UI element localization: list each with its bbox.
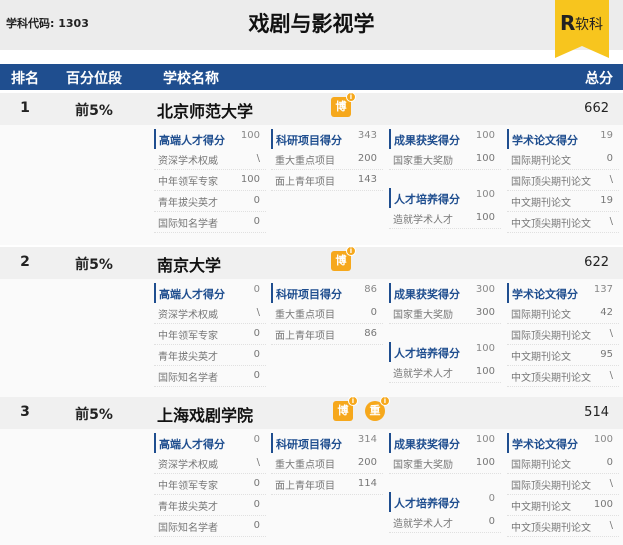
award-label: 成果获奖得分: [394, 134, 460, 147]
paper-column: 学术论文得分 19 国际期刊论文 0 国际顶尖期刊论文 \ 中文期刊论文 19 中文顶尖…: [507, 129, 619, 233]
training-value: 100: [475, 189, 495, 200]
talent-column: 高端人才得分 0 资深学术权威 \ 中年领军专家 0 青年拔尖英才 0 国际知名学者 0: [154, 433, 266, 537]
award-training-column: 成果获奖得分 100 国家重大奖励 100 人才培养得分 100 造就学术人才 100: [389, 129, 501, 229]
research-value: 343: [357, 130, 377, 141]
research-column: 科研项目得分 314 重大重点项目 200 面上青年项目 114: [271, 433, 383, 495]
talent-value: 100: [240, 130, 260, 141]
rank: 1: [20, 100, 30, 116]
key-discipline-badge-icon: 重i: [365, 396, 390, 421]
percentile: 前5%: [75, 257, 113, 273]
header-school: 学校名称: [163, 71, 219, 87]
school-row[interactable]: 2 前5% 南京大学 博i 622: [0, 246, 623, 279]
paper-value: 19: [600, 130, 613, 141]
research-label: 科研项目得分: [276, 134, 342, 147]
paper-label: 学术论文得分: [512, 134, 578, 147]
total-score: 662: [584, 101, 609, 116]
header-score: 总分: [585, 71, 613, 87]
school-name[interactable]: 上海戏剧学院: [157, 402, 253, 426]
rank: 2: [20, 254, 30, 270]
talent-column: 高端人才得分 0 资深学术权威 \ 中年领军专家 0 青年拔尖英才 0 国际知名学者 0: [154, 283, 266, 387]
table-header: 排名 百分位段 学校名称 总分: [0, 64, 623, 90]
research-column: 科研项目得分 86 重大重点项目 0 面上青年项目 86: [271, 283, 383, 345]
score-detail: 高端人才得分 0 资深学术权威 \ 中年领军专家 0 青年拔尖英才 0 国际知名学者 0 …: [0, 279, 623, 399]
training-label: 人才培养得分: [394, 193, 460, 206]
school-row[interactable]: 3 前5% 上海戏剧学院 博i 重i 514: [0, 396, 623, 429]
rank: 3: [20, 404, 30, 420]
doctoral-badge-icon: 博i: [331, 92, 356, 117]
talent-column: 高端人才得分 100 资深学术权威 \ 中年领军专家 100 青年拔尖英才 0 国际知名…: [154, 129, 266, 233]
award-training-column: 成果获奖得分 300 国家重大奖励 300 人才培养得分 100 造就学术人才 100: [389, 283, 501, 383]
school-name[interactable]: 南京大学: [157, 252, 221, 276]
award-value: 100: [475, 130, 495, 141]
percentile: 前5%: [75, 407, 113, 423]
research-column: 科研项目得分 343 重大重点项目 200 面上青年项目 143: [271, 129, 383, 191]
header-rank: 排名: [11, 71, 39, 87]
school-name[interactable]: 北京师范大学: [157, 98, 253, 122]
ruanke-logo: R 软科: [555, 0, 609, 58]
paper-column: 学术论文得分 137 国际期刊论文 42 国际顶尖期刊论文 \ 中文期刊论文 95 中文…: [507, 283, 619, 387]
school-row[interactable]: 1 前5% 北京师范大学 博i 662: [0, 92, 623, 125]
svg-text:R: R: [560, 11, 575, 35]
award-training-column: 成果获奖得分 100 国家重大奖励 100 人才培养得分 0 造就学术人才 0: [389, 433, 501, 533]
talent-label: 高端人才得分: [159, 134, 225, 147]
score-detail: 高端人才得分 0 资深学术权威 \ 中年领军专家 0 青年拔尖英才 0 国际知名学者 0 …: [0, 429, 623, 545]
percentile: 前5%: [75, 103, 113, 119]
paper-column: 学术论文得分 100 国际期刊论文 0 国际顶尖期刊论文 \ 中文期刊论文 100 中文…: [507, 433, 619, 537]
total-score: 514: [584, 405, 609, 420]
total-score: 622: [584, 255, 609, 270]
doctoral-badge-icon: 博i: [333, 396, 358, 421]
page-title: 戏剧与影视学: [248, 12, 375, 36]
logo-text: 软科: [575, 17, 603, 33]
doctoral-badge-icon: 博i: [331, 246, 356, 271]
score-detail: 高端人才得分 100 资深学术权威 \ 中年领军专家 100 青年拔尖英才 0 国际知名…: [0, 125, 623, 245]
header-percentile: 百分位段: [66, 71, 122, 87]
page-header: 学科代码: 1303 戏剧与影视学: [0, 0, 623, 50]
